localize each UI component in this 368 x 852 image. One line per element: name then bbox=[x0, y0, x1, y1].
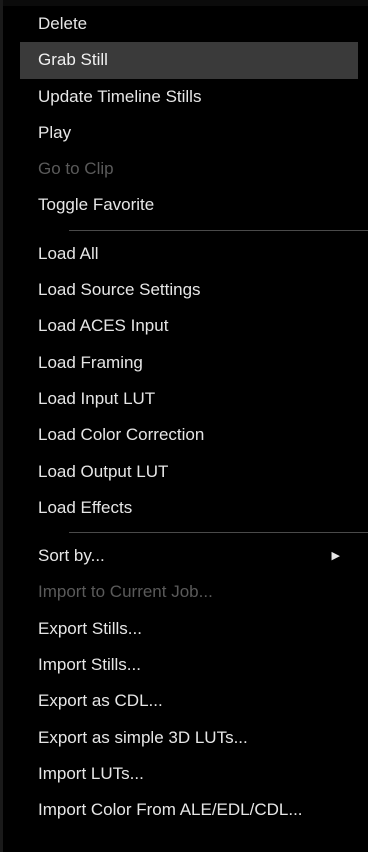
menu-separator bbox=[3, 526, 368, 538]
menu-item-load-aces-input[interactable]: Load ACES Input bbox=[3, 308, 368, 344]
menu-item-load-framing[interactable]: Load Framing bbox=[3, 345, 368, 381]
menu-item-label: Load Color Correction bbox=[38, 425, 205, 445]
menu-item-label: Load Source Settings bbox=[38, 280, 201, 300]
menu-item-load-input-lut[interactable]: Load Input LUT bbox=[3, 381, 368, 417]
menu-item-import-to-current-job: Import to Current Job... bbox=[3, 574, 368, 610]
menu-item-load-all[interactable]: Load All bbox=[3, 236, 368, 272]
menu-item-label: Sort by... bbox=[38, 546, 105, 566]
menu-item-label: Load Output LUT bbox=[38, 461, 169, 481]
menu-item-go-to-clip: Go to Clip bbox=[3, 151, 368, 187]
menu-item-label: Load ACES Input bbox=[38, 316, 169, 336]
chevron-right-icon: ▶ bbox=[331, 550, 340, 563]
menu-item-label: Load Framing bbox=[38, 352, 143, 372]
menu-item-label: Load All bbox=[38, 243, 99, 263]
menu-item-label: Import Color From ALE/EDL/CDL... bbox=[38, 800, 303, 820]
menu-item-load-effects[interactable]: Load Effects bbox=[3, 490, 368, 526]
menu-item-label: Update Timeline Stills bbox=[38, 86, 202, 106]
menu-item-load-source-settings[interactable]: Load Source Settings bbox=[3, 272, 368, 308]
menu-item-label: Load Input LUT bbox=[38, 388, 156, 408]
menu-item-label: Play bbox=[38, 122, 72, 142]
menu-item-load-color-correction[interactable]: Load Color Correction bbox=[3, 417, 368, 453]
menu-item-label: Go to Clip bbox=[38, 159, 114, 179]
menu-item-import-luts[interactable]: Import LUTs... bbox=[3, 756, 368, 792]
menu-item-play[interactable]: Play bbox=[3, 115, 368, 151]
menu-item-label: Grab Still bbox=[38, 50, 108, 70]
menu-item-import-stills[interactable]: Import Stills... bbox=[3, 647, 368, 683]
menu-item-label: Export as simple 3D LUTs... bbox=[38, 727, 248, 747]
menu-item-update-timeline-stills[interactable]: Update Timeline Stills bbox=[3, 79, 368, 115]
menu-separator bbox=[3, 224, 368, 236]
menu-body: Delete Grab Still Update Timeline Stills Pl… bbox=[3, 6, 368, 829]
menu-item-label: Load Effects bbox=[38, 497, 133, 517]
menu-item-label: Import to Current Job... bbox=[38, 582, 213, 602]
menu-item-label: Export as CDL... bbox=[38, 691, 163, 711]
menu-item-label: Export Stills... bbox=[38, 618, 142, 638]
menu-item-toggle-favorite[interactable]: Toggle Favorite bbox=[3, 187, 368, 223]
menu-item-label: Toggle Favorite bbox=[38, 195, 155, 215]
menu-item-label: Import LUTs... bbox=[38, 763, 144, 783]
menu-item-grab-still[interactable]: Grab Still bbox=[20, 42, 358, 79]
menu-item-export-stills[interactable]: Export Stills... bbox=[3, 611, 368, 647]
menu-item-sort-by[interactable]: Sort by... ▶ bbox=[3, 538, 368, 574]
menu-item-label: Delete bbox=[38, 14, 88, 33]
context-menu: Delete Grab Still Update Timeline Stills Pl… bbox=[0, 0, 368, 852]
menu-item-label: Import Stills... bbox=[38, 655, 141, 675]
menu-item-import-color-from-ale-edl-cdl[interactable]: Import Color From ALE/EDL/CDL... bbox=[3, 792, 368, 828]
menu-item-delete[interactable]: Delete bbox=[3, 6, 368, 42]
menu-item-export-as-simple-3d-luts[interactable]: Export as simple 3D LUTs... bbox=[3, 720, 368, 756]
menu-item-load-output-lut[interactable]: Load Output LUT bbox=[3, 454, 368, 490]
menu-item-export-as-cdl[interactable]: Export as CDL... bbox=[3, 683, 368, 719]
